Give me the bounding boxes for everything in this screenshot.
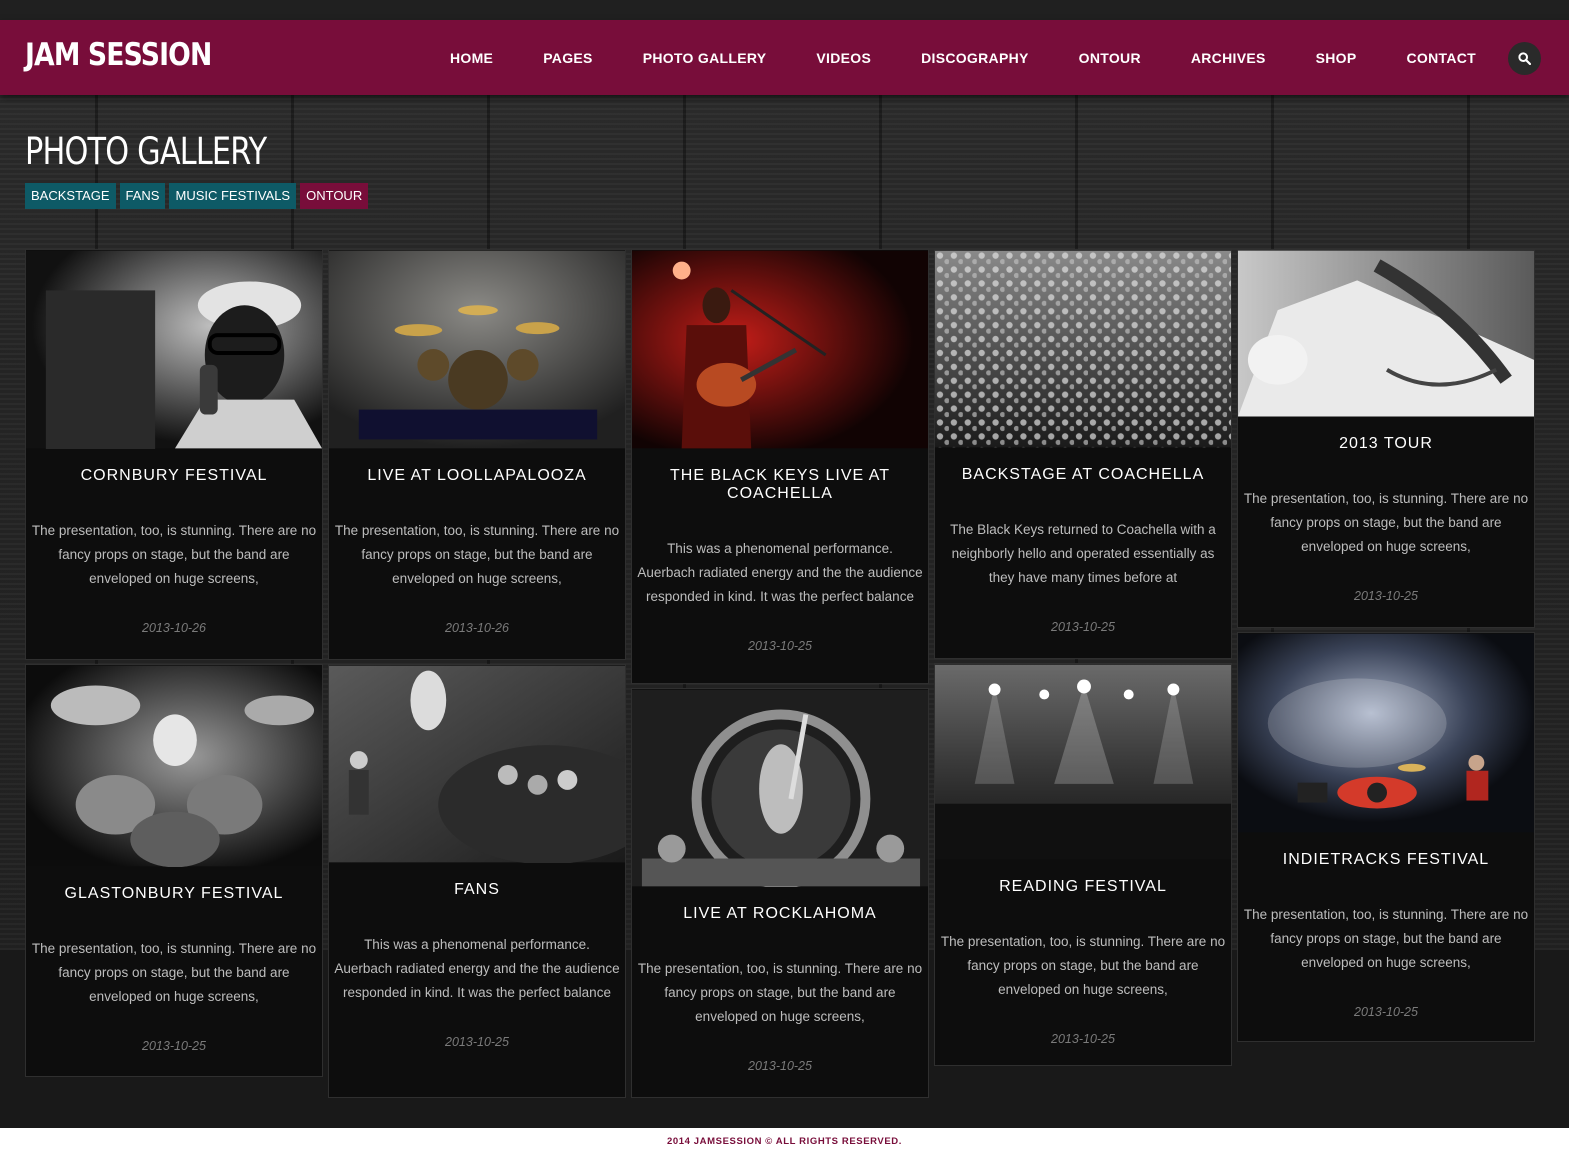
card-date: 2013-10-25	[748, 1059, 812, 1073]
photo-drum-kit[interactable]	[329, 250, 625, 449]
card-title[interactable]: BACKSTAGE AT COACHELLA	[935, 466, 1231, 484]
photo-drummer-bw[interactable]	[26, 665, 322, 867]
nav-item-photo-gallery[interactable]: PHOTO GALLERY	[643, 50, 767, 66]
photo-stage-ring-bw[interactable]	[632, 689, 928, 887]
gallery-card-reading-festival[interactable]: READING FESTIVAL The presentation, too, …	[934, 663, 1232, 1066]
card-excerpt: The presentation, too, is stunning. Ther…	[940, 934, 1226, 997]
nav-item-home[interactable]: HOME	[450, 50, 493, 66]
card-date: 2013-10-25	[1354, 1005, 1418, 1019]
nav-item-shop[interactable]: SHOP	[1316, 50, 1357, 66]
filter-fans[interactable]: FANS	[119, 183, 166, 209]
card-title[interactable]: GLASTONBURY FESTIVAL	[26, 885, 322, 903]
card-excerpt: The Black Keys returned to Coachella wit…	[950, 522, 1216, 585]
photo-crowd-bw[interactable]	[935, 250, 1231, 448]
search-button[interactable]	[1508, 42, 1541, 75]
card-title[interactable]: LIVE AT LOOLLAPALOOZA	[329, 467, 625, 485]
photo-tattooed-arm-bw[interactable]	[1238, 250, 1534, 417]
filter-backstage[interactable]: BACKSTAGE	[25, 183, 116, 209]
card-title[interactable]: CORNBURY FESTIVAL	[26, 467, 322, 485]
site-footer: 2014 JAMSESSION © ALL RIGHTS RESERVED.	[0, 1128, 1569, 1155]
card-excerpt: The presentation, too, is stunning. Ther…	[334, 523, 620, 586]
card-title[interactable]: READING FESTIVAL	[935, 878, 1231, 896]
card-excerpt: The presentation, too, is stunning. Ther…	[31, 523, 317, 586]
card-title[interactable]: THE BLACK KEYS LIVE AT COACHELLA	[632, 467, 928, 503]
card-date: 2013-10-25	[1354, 589, 1418, 603]
photo-guitarist-red-light[interactable]	[632, 250, 928, 449]
nav-item-contact[interactable]: CONTACT	[1407, 50, 1477, 66]
card-excerpt: The presentation, too, is stunning. Ther…	[1243, 907, 1529, 970]
card-excerpt: The presentation, too, is stunning. Ther…	[637, 961, 923, 1024]
gallery-filters: BACKSTAGE FANS MUSIC FESTIVALS ONTOUR	[25, 183, 372, 209]
nav-item-discography[interactable]: DISCOGRAPHY	[921, 50, 1029, 66]
card-excerpt: The presentation, too, is stunning. Ther…	[31, 941, 317, 1004]
site-header: JAM SESSION HOME PAGES PHOTO GALLERY VID…	[0, 20, 1569, 95]
gallery-card-the-black-keys-live-at-coachella[interactable]: THE BLACK KEYS LIVE AT COACHELLA This wa…	[631, 249, 929, 684]
card-date: 2013-10-25	[1051, 620, 1115, 634]
top-strip	[0, 0, 1569, 20]
card-date: 2013-10-25	[445, 1035, 509, 1049]
gallery-card-indietracks-festival[interactable]: INDIETRACKS FESTIVAL The presentation, t…	[1237, 632, 1535, 1042]
card-date: 2013-10-26	[142, 621, 206, 635]
gallery-card-glastonbury-festival[interactable]: GLASTONBURY FESTIVAL The presentation, t…	[25, 664, 323, 1077]
card-date: 2013-10-25	[748, 639, 812, 653]
nav-item-ontour[interactable]: ONTOUR	[1079, 50, 1141, 66]
card-title[interactable]: LIVE AT ROCKLAHOMA	[632, 905, 928, 923]
filter-ontour[interactable]: ONTOUR	[300, 183, 369, 209]
photo-concert-lights-bw[interactable]	[935, 664, 1231, 860]
filter-music-festivals[interactable]: MUSIC FESTIVALS	[169, 183, 297, 209]
main-nav: HOME PAGES PHOTO GALLERY VIDEOS DISCOGRA…	[400, 20, 1476, 95]
card-date: 2013-10-25	[1051, 1032, 1115, 1046]
photo-singer-portrait[interactable]	[26, 250, 322, 449]
photo-stage-diver[interactable]	[329, 665, 625, 863]
nav-item-pages[interactable]: PAGES	[543, 50, 592, 66]
gallery-card-live-at-rocklahoma[interactable]: LIVE AT ROCKLAHOMA The presentation, too…	[631, 688, 929, 1098]
gallery-card-live-at-loollapalooza[interactable]: LIVE AT LOOLLAPALOOZA The presentation, …	[328, 249, 626, 660]
site-logo[interactable]: JAM SESSION	[25, 37, 212, 73]
gallery-card-2013-tour[interactable]: 2013 TOUR The presentation, too, is stun…	[1237, 249, 1535, 628]
gallery-card-fans[interactable]: FANS This was a phenomenal performance. …	[328, 664, 626, 1098]
card-title[interactable]: 2013 TOUR	[1238, 435, 1534, 453]
nav-item-videos[interactable]: VIDEOS	[816, 50, 871, 66]
gallery-card-backstage-at-coachella[interactable]: BACKSTAGE AT COACHELLA The Black Keys re…	[934, 249, 1232, 659]
gallery-card-cornbury-festival[interactable]: CORNBURY FESTIVAL The presentation, too,…	[25, 249, 323, 660]
search-icon	[1518, 52, 1531, 65]
photo-smoky-stage[interactable]	[1238, 633, 1534, 833]
card-excerpt: This was a phenomenal performance. Auerb…	[334, 937, 620, 1000]
footer-copyright: 2014 JAMSESSION © ALL RIGHTS RESERVED.	[667, 1136, 902, 1147]
card-date: 2013-10-26	[445, 621, 509, 635]
nav-item-archives[interactable]: ARCHIVES	[1191, 50, 1266, 66]
page-title: PHOTO GALLERY	[25, 130, 267, 173]
card-excerpt: The presentation, too, is stunning. Ther…	[1243, 491, 1529, 554]
card-excerpt: This was a phenomenal performance. Auerb…	[637, 541, 923, 604]
card-date: 2013-10-25	[142, 1039, 206, 1053]
card-title[interactable]: INDIETRACKS FESTIVAL	[1238, 851, 1534, 869]
card-title[interactable]: FANS	[329, 881, 625, 899]
